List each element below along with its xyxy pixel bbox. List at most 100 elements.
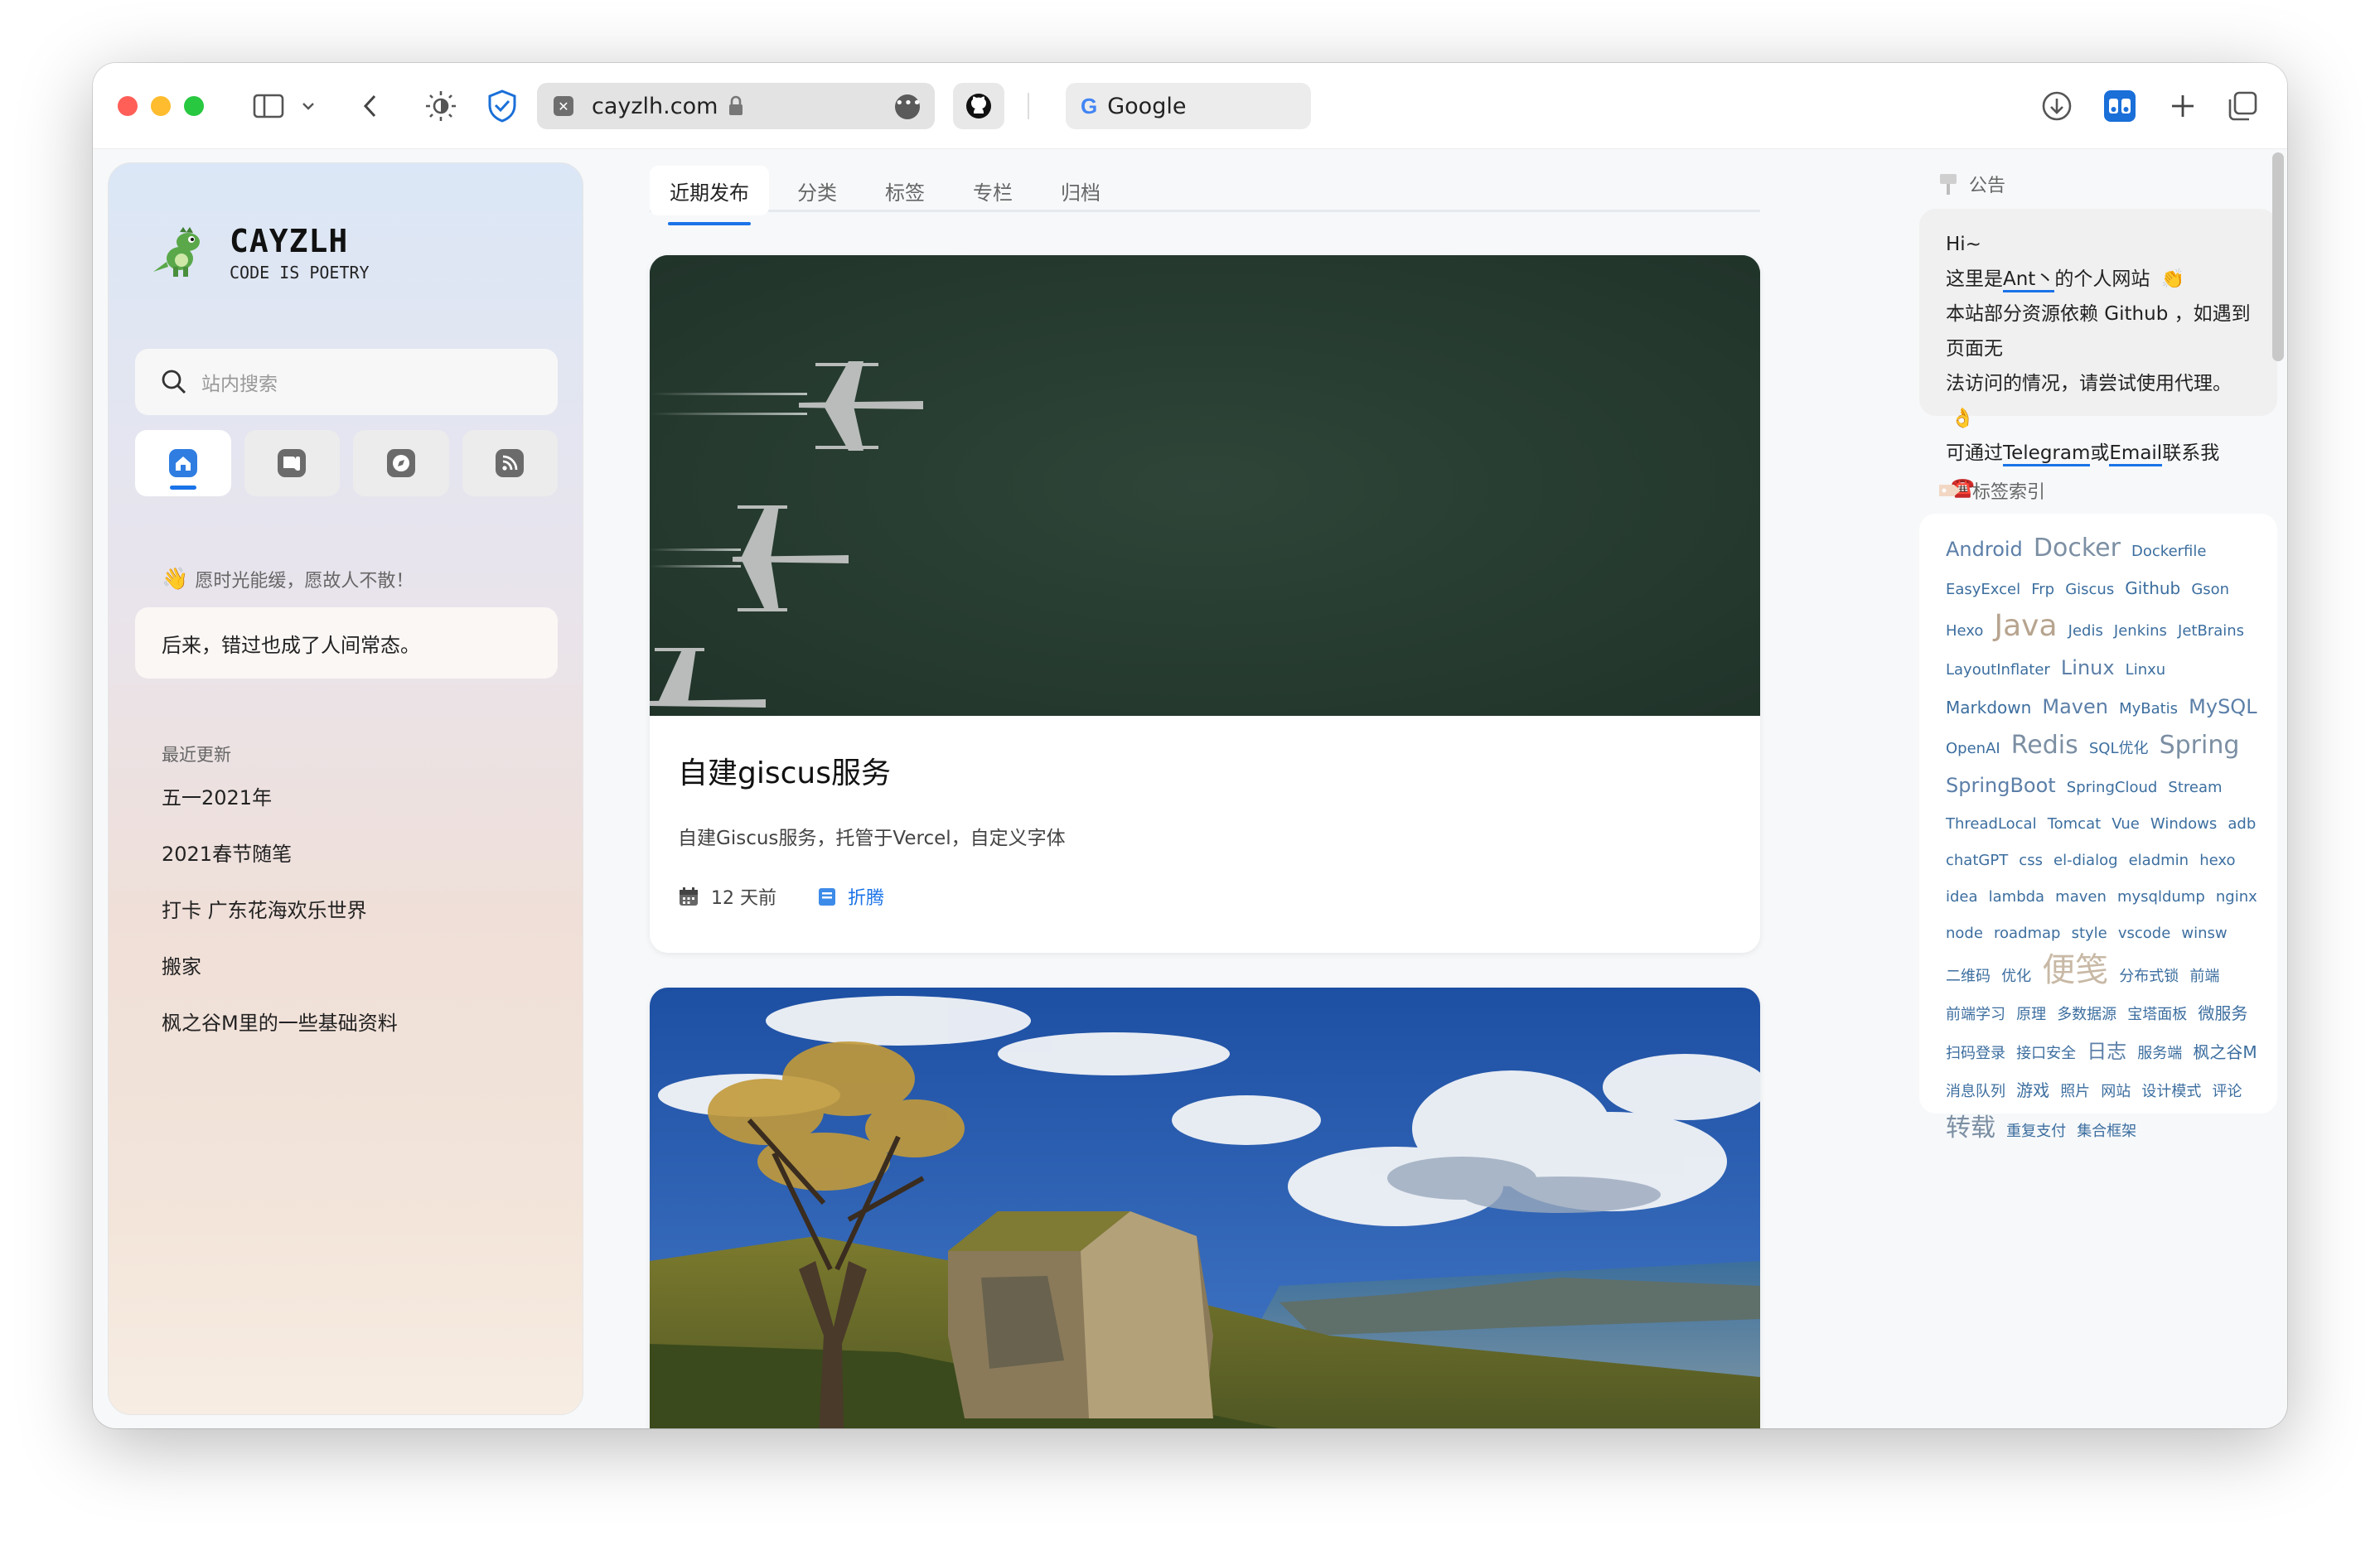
tag-link[interactable]: 前端 bbox=[2189, 968, 2219, 985]
download-icon[interactable] bbox=[2039, 88, 2075, 124]
tag-link[interactable]: Markdown bbox=[1946, 698, 2031, 718]
email-link[interactable]: Email bbox=[2109, 442, 2163, 466]
tag-link[interactable]: 集合框架 bbox=[2077, 1123, 2136, 1140]
tag-link[interactable]: JetBrains bbox=[2178, 622, 2244, 640]
tag-link[interactable]: mysqldump bbox=[2117, 888, 2205, 906]
minimize-window-button[interactable] bbox=[151, 96, 171, 116]
tag-link[interactable]: Docker bbox=[2034, 534, 2121, 563]
tag-link[interactable]: Android bbox=[1946, 538, 2023, 561]
tag-link[interactable]: el-dialog bbox=[2053, 852, 2117, 869]
tag-link[interactable]: 重复支付 bbox=[2006, 1123, 2066, 1140]
tag-link[interactable]: Hexo bbox=[1946, 622, 1983, 640]
tag-link[interactable]: LayoutInflater bbox=[1946, 661, 2050, 679]
tag-link[interactable]: Tomcat bbox=[2048, 815, 2101, 833]
tag-link[interactable]: 设计模式 bbox=[2141, 1083, 2201, 1100]
tab-columns[interactable]: 专栏 bbox=[953, 166, 1033, 215]
tag-link[interactable]: Giscus bbox=[2065, 581, 2114, 598]
author-link[interactable]: Ant丶 bbox=[2003, 268, 2055, 292]
recent-post-link[interactable]: 搬家 bbox=[162, 950, 398, 1007]
tag-link[interactable]: 宝塔面板 bbox=[2127, 1006, 2187, 1023]
tag-link[interactable]: 服务端 bbox=[2137, 1045, 2182, 1062]
tag-link[interactable]: Jedis bbox=[2068, 622, 2103, 640]
tag-link[interactable]: 分布式锁 bbox=[2119, 968, 2179, 985]
extension-icon[interactable] bbox=[2102, 88, 2138, 124]
sidebar-toggle-icon[interactable] bbox=[252, 91, 285, 121]
tag-link[interactable]: ThreadLocal bbox=[1946, 815, 2037, 833]
new-tab-icon[interactable] bbox=[2165, 88, 2201, 124]
shield-icon[interactable] bbox=[484, 88, 520, 124]
zoom-window-button[interactable] bbox=[184, 96, 204, 116]
nav-home-button[interactable] bbox=[135, 430, 231, 496]
tag-link[interactable]: 照片 bbox=[2060, 1083, 2090, 1100]
tag-link[interactable]: SpringCloud bbox=[2067, 779, 2158, 796]
more-options-icon[interactable]: ••• bbox=[895, 94, 922, 119]
tag-link[interactable]: adb bbox=[2228, 815, 2256, 833]
tag-link[interactable]: 多数据源 bbox=[2057, 1006, 2116, 1023]
tag-link[interactable]: SpringBoot bbox=[1946, 774, 2056, 797]
tag-link[interactable]: EasyExcel bbox=[1946, 581, 2020, 598]
tag-link[interactable]: 前端学习 bbox=[1946, 1006, 2005, 1023]
post-card[interactable]: 自建giscus服务 自建Giscus服务，托管于Vercel，自定义字体 12… bbox=[650, 255, 1760, 953]
tag-link[interactable]: 扫码登录 bbox=[1946, 1045, 2005, 1062]
tag-link[interactable]: Dockerfile bbox=[2131, 543, 2206, 560]
tag-link[interactable]: winsw bbox=[2181, 925, 2227, 942]
tag-link[interactable]: Java bbox=[1995, 609, 2058, 643]
recent-post-link[interactable]: 五一2021年 bbox=[162, 781, 398, 838]
recent-post-link[interactable]: 打卡 广东花海欢乐世界 bbox=[162, 894, 398, 950]
tag-link[interactable]: node bbox=[1946, 925, 1983, 942]
tag-link[interactable]: 原理 bbox=[2016, 1006, 2046, 1023]
tag-link[interactable]: Github bbox=[2125, 578, 2180, 598]
post-title[interactable]: 自建giscus服务 bbox=[678, 749, 891, 792]
tag-link[interactable]: Gson bbox=[2191, 581, 2229, 598]
tag-link[interactable]: chatGPT bbox=[1946, 852, 2008, 869]
nav-book-button[interactable] bbox=[244, 430, 340, 496]
tab-archive[interactable]: 归档 bbox=[1041, 166, 1120, 215]
tag-link[interactable]: Jenkins bbox=[2114, 622, 2167, 640]
tag-link[interactable]: lambda bbox=[1989, 888, 2044, 906]
tag-link[interactable]: OpenAI bbox=[1946, 740, 2000, 757]
tag-link[interactable]: SQL优化 bbox=[2089, 740, 2149, 757]
recent-post-link[interactable]: 枫之谷M里的一些基础资料 bbox=[162, 1007, 398, 1063]
github-icon[interactable] bbox=[953, 83, 1004, 129]
tag-link[interactable]: Spring bbox=[2160, 731, 2240, 760]
tag-link[interactable]: 转载 bbox=[1946, 1114, 1995, 1143]
tag-link[interactable]: 游戏 bbox=[2016, 1080, 2049, 1100]
tag-link[interactable]: roadmap bbox=[1994, 925, 2060, 942]
close-window-button[interactable] bbox=[118, 96, 138, 116]
nav-compass-button[interactable] bbox=[353, 430, 449, 496]
tab-categories[interactable]: 分类 bbox=[777, 166, 857, 215]
tag-link[interactable]: 枫之谷M bbox=[2193, 1042, 2257, 1062]
google-tab[interactable]: G Google bbox=[1066, 83, 1311, 129]
tag-link[interactable]: Linxu bbox=[2126, 661, 2166, 679]
nav-rss-button[interactable] bbox=[462, 430, 558, 496]
back-icon[interactable] bbox=[358, 91, 383, 121]
tag-link[interactable]: 便笺 bbox=[2042, 951, 2108, 989]
tag-link[interactable]: nginx bbox=[2216, 888, 2257, 906]
brand[interactable]: CAYZLH CODE IS POETRY bbox=[150, 223, 370, 283]
tag-link[interactable]: 优化 bbox=[2001, 968, 2031, 985]
tag-link[interactable]: maven bbox=[2055, 888, 2107, 906]
tab-recent[interactable]: 近期发布 bbox=[650, 166, 769, 225]
telegram-link[interactable]: Telegram bbox=[2003, 442, 2091, 466]
tag-link[interactable]: 网站 bbox=[2101, 1083, 2131, 1100]
tag-link[interactable]: 日志 bbox=[2087, 1040, 2126, 1063]
tag-link[interactable]: Redis bbox=[2011, 731, 2078, 760]
page-scrollbar[interactable] bbox=[2272, 152, 2284, 361]
tag-link[interactable]: 消息队列 bbox=[1946, 1083, 2005, 1100]
post-card[interactable] bbox=[650, 988, 1760, 1428]
tag-link[interactable]: Maven bbox=[2042, 695, 2108, 718]
post-cover-image[interactable] bbox=[650, 988, 1760, 1428]
tag-link[interactable]: Vue bbox=[2112, 815, 2140, 833]
tag-link[interactable]: MySQL bbox=[2189, 695, 2257, 718]
tag-link[interactable]: MyBatis bbox=[2119, 700, 2178, 718]
chevron-down-icon[interactable] bbox=[300, 96, 317, 116]
post-cover-image[interactable] bbox=[650, 255, 1760, 716]
tag-link[interactable]: vscode bbox=[2118, 925, 2170, 942]
recent-post-link[interactable]: 2021春节随笔 bbox=[162, 838, 398, 894]
site-search-input[interactable]: 站内搜索 bbox=[135, 349, 558, 415]
tag-link[interactable]: 微服务 bbox=[2198, 1003, 2247, 1023]
address-bar[interactable]: ✕ cayzlh.com ••• bbox=[537, 83, 935, 129]
tag-link[interactable]: Frp bbox=[2031, 581, 2054, 598]
tab-overview-icon[interactable] bbox=[2224, 88, 2261, 124]
tag-link[interactable]: Linux bbox=[2061, 656, 2115, 679]
